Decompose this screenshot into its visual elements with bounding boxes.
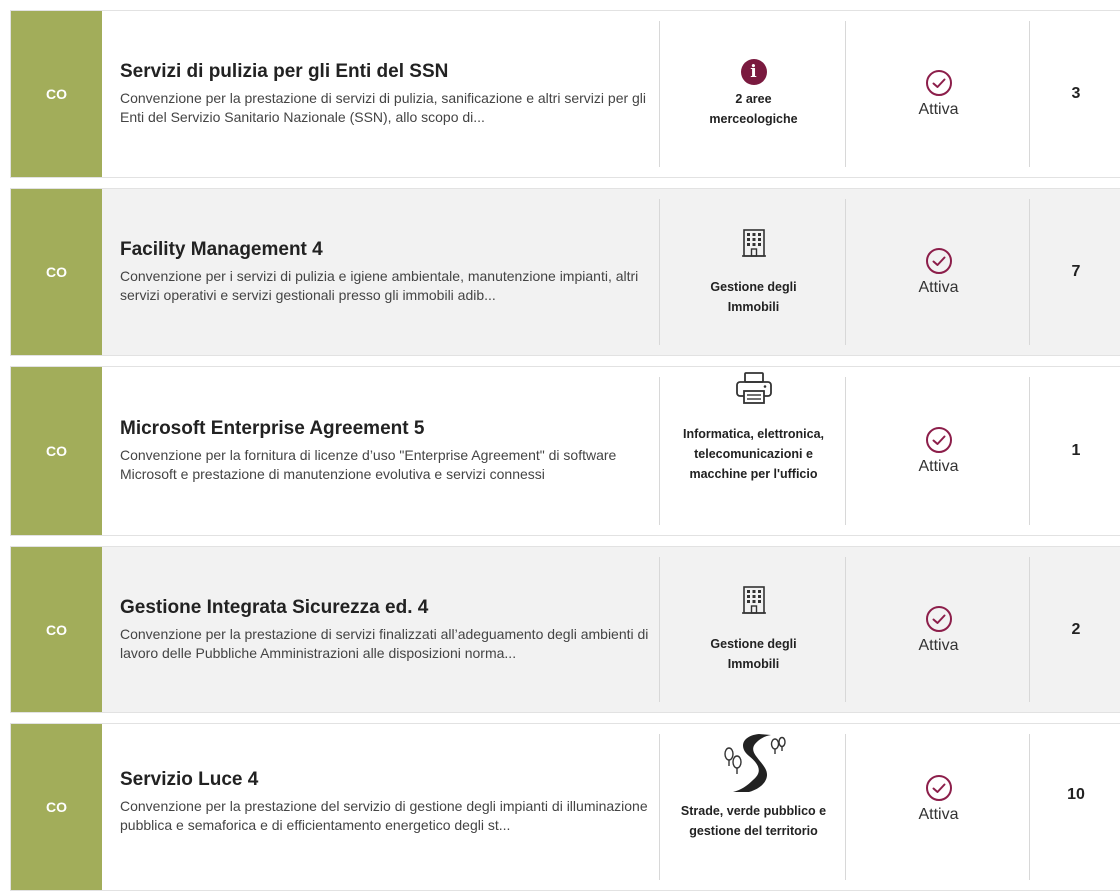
status-label: Attiva [918, 458, 959, 475]
count-value: 10 [1067, 786, 1085, 803]
divider [845, 734, 846, 880]
count-value: 1 [1071, 442, 1081, 459]
status-label: Attiva [918, 806, 959, 823]
convention-row[interactable]: CO Microsoft Enterprise Agreement 5 Conv… [10, 366, 1120, 536]
divider [659, 734, 660, 880]
divider [845, 377, 846, 525]
category-label: Strade, verde pubblico e gestione del te… [680, 804, 827, 838]
building-icon [741, 585, 767, 620]
count-value: 7 [1071, 263, 1081, 280]
row-description-block: Microsoft Enterprise Agreement 5 Convenz… [120, 367, 660, 535]
road-trees-icon [719, 732, 789, 799]
category-label: Gestione degli Immobili [710, 637, 797, 671]
row-title[interactable]: Microsoft Enterprise Agreement 5 [120, 418, 660, 440]
status-label: Attiva [918, 279, 959, 296]
check-circle-icon [925, 427, 952, 453]
divider [845, 199, 846, 345]
divider [659, 557, 660, 702]
check-circle-icon [925, 775, 952, 801]
divider [1029, 557, 1030, 702]
type-badge: CO [11, 724, 102, 890]
category-cell: i 2 aree merceologiche [661, 11, 846, 177]
category-label: Gestione degli Immobili [710, 279, 797, 314]
category-label: Informatica, elettronica, telecomunicazi… [682, 427, 824, 481]
row-description: Convenzione per la prestazione del servi… [120, 798, 648, 833]
status-cell: Attiva [847, 367, 1030, 535]
divider [659, 377, 660, 525]
row-description-block: Gestione Integrata Sicurezza ed. 4 Conve… [120, 547, 660, 712]
count-value: 3 [1071, 85, 1081, 102]
status-cell: Attiva [847, 189, 1030, 355]
row-title[interactable]: Facility Management 4 [120, 239, 660, 261]
divider [1029, 199, 1030, 345]
convention-row[interactable]: CO Servizio Luce 4 Convenzione per la pr… [10, 723, 1120, 891]
type-badge: CO [11, 189, 102, 355]
check-circle-icon [925, 248, 952, 274]
status-cell: Attiva [847, 11, 1030, 177]
convention-row[interactable]: CO Facility Management 4 Convenzione per… [10, 188, 1120, 356]
category-cell: Gestione degli Immobili [661, 547, 846, 712]
type-badge: CO [11, 547, 102, 712]
row-title[interactable]: Servizio Luce 4 [120, 769, 660, 791]
row-description: Convenzione per la prestazione di serviz… [120, 625, 649, 661]
building-icon [741, 228, 767, 263]
category-label: 2 aree merceologiche [709, 92, 798, 126]
divider [845, 557, 846, 702]
category-cell: Gestione degli Immobili [661, 189, 846, 355]
divider [659, 199, 660, 345]
status-cell: Attiva [847, 724, 1030, 874]
divider [845, 21, 846, 167]
status-label: Attiva [918, 636, 959, 654]
divider [1029, 734, 1030, 880]
check-circle-icon [925, 70, 952, 96]
category-cell: Strade, verde pubblico e gestione del te… [661, 724, 846, 890]
status-cell: Attiva [847, 547, 1030, 712]
divider [1029, 21, 1030, 167]
row-description: Convenzione per la fornitura di licenze … [120, 447, 617, 482]
row-description: Convenzione per la prestazione di serviz… [120, 90, 647, 125]
status-label: Attiva [918, 101, 959, 118]
row-description-block: Servizio Luce 4 Convenzione per la prest… [120, 724, 660, 880]
divider [1029, 377, 1030, 525]
row-description: Convenzione per i servizi di pulizia e i… [120, 268, 639, 303]
row-title[interactable]: Servizi di pulizia per gli Enti del SSN [120, 61, 660, 83]
type-badge: CO [11, 367, 102, 535]
divider [659, 21, 660, 167]
type-badge: CO [11, 11, 102, 177]
row-description-block: Servizi di pulizia per gli Enti del SSN … [120, 11, 660, 177]
row-title[interactable]: Gestione Integrata Sicurezza ed. 4 [120, 597, 660, 619]
printer-icon [734, 371, 774, 410]
info-icon: i [740, 59, 767, 85]
check-circle-icon [925, 605, 952, 632]
convention-row[interactable]: CO Servizi di pulizia per gli Enti del S… [10, 10, 1120, 178]
convention-row[interactable]: CO Gestione Integrata Sicurezza ed. 4 Co… [10, 546, 1120, 713]
row-description-block: Facility Management 4 Convenzione per i … [120, 189, 660, 355]
count-value: 2 [1071, 620, 1081, 638]
category-cell: Informatica, elettronica, telecomunicazi… [661, 367, 846, 535]
